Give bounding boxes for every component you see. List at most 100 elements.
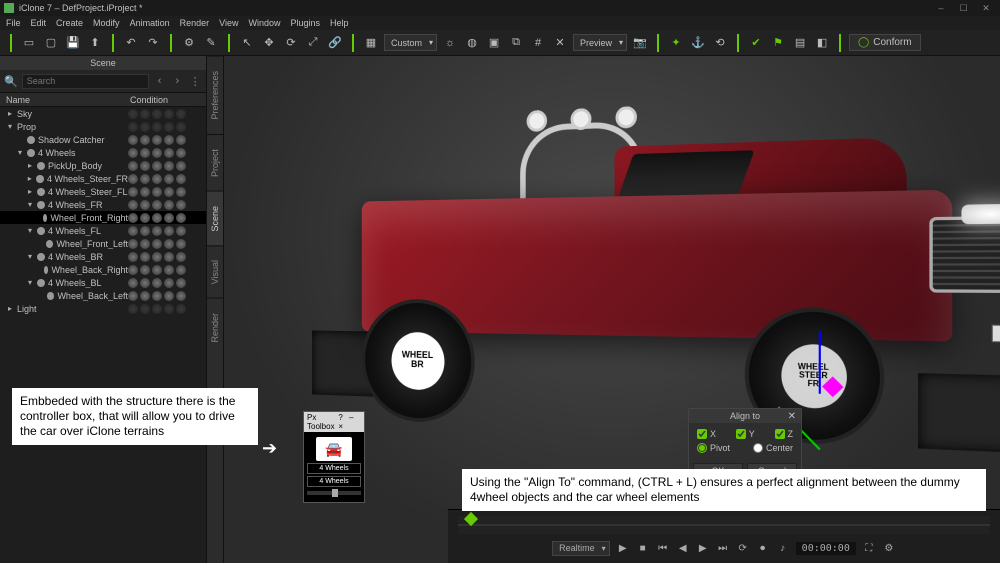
condition-icon[interactable] (152, 200, 162, 210)
menu-edit[interactable]: Edit (31, 18, 47, 28)
condition-icon[interactable] (176, 187, 186, 197)
condition-icon[interactable] (176, 200, 186, 210)
condition-icon[interactable] (152, 122, 162, 132)
condition-icon[interactable] (140, 213, 150, 223)
settings-icon[interactable]: ⚙ (882, 543, 896, 554)
condition-icon[interactable] (152, 109, 162, 119)
conform-button[interactable]: ◯Conform (849, 34, 921, 51)
condition-icon[interactable] (140, 187, 150, 197)
menu-plugins[interactable]: Plugins (291, 18, 321, 28)
condition-icon[interactable] (140, 304, 150, 314)
menu-modify[interactable]: Modify (93, 18, 120, 28)
condition-icon[interactable] (152, 148, 162, 158)
expander-icon[interactable]: ▸ (26, 187, 34, 196)
condition-icon[interactable] (152, 252, 162, 262)
close-icon[interactable]: ✕ (788, 411, 796, 422)
last-frame-icon[interactable]: ⏭ (716, 543, 730, 554)
tree-row[interactable]: ▾4 Wheels_FR (0, 198, 206, 211)
condition-icon[interactable] (176, 265, 186, 275)
expander-icon[interactable]: ▸ (26, 174, 33, 183)
tree-row[interactable]: ▸4 Wheels_Steer_FR (0, 172, 206, 185)
tree-row[interactable]: ▾Prop (0, 120, 206, 133)
condition-icon[interactable] (128, 187, 138, 197)
maximize-button[interactable]: ☐ (953, 3, 973, 14)
condition-icon[interactable] (152, 265, 162, 275)
grid-icon[interactable]: # (529, 34, 547, 52)
condition-icon[interactable] (140, 200, 150, 210)
sheet-icon[interactable]: ▤ (791, 34, 809, 52)
align-center-radio[interactable]: Center (753, 443, 793, 453)
condition-icon[interactable] (140, 226, 150, 236)
px-slider[interactable] (307, 491, 361, 495)
scene-tree[interactable]: ▸Sky▾PropShadow Catcher▾4 Wheels▸PickUp_… (0, 107, 206, 335)
condition-icon[interactable] (176, 135, 186, 145)
condition-icon[interactable] (128, 226, 138, 236)
tab-preferences[interactable]: Preferences (207, 56, 223, 134)
tool-icon[interactable]: ⚙ (180, 34, 198, 52)
display-dropdown[interactable]: Custom (384, 34, 437, 51)
expander-icon[interactable]: ▾ (26, 252, 34, 261)
tree-row[interactable]: Wheel_Front_Right (0, 211, 206, 224)
condition-icon[interactable] (152, 226, 162, 236)
condition-icon[interactable] (128, 148, 138, 158)
condition-icon[interactable] (140, 148, 150, 158)
condition-icon[interactable] (176, 122, 186, 132)
condition-icon[interactable] (164, 239, 174, 249)
menu-file[interactable]: File (6, 18, 21, 28)
condition-icon[interactable] (128, 239, 138, 249)
condition-icon[interactable] (164, 278, 174, 288)
condition-icon[interactable] (164, 265, 174, 275)
condition-icon[interactable] (128, 109, 138, 119)
vehicle-icon[interactable]: 🚘 (316, 437, 352, 461)
tab-render[interactable]: Render (207, 298, 223, 357)
cycle-icon[interactable]: ⟲ (711, 34, 729, 52)
close-button[interactable]: ✕ (976, 3, 996, 14)
tree-row[interactable]: ▾4 Wheels (0, 146, 206, 159)
playhead[interactable] (464, 512, 478, 526)
condition-icon[interactable] (164, 122, 174, 132)
condition-icon[interactable] (164, 200, 174, 210)
condition-icon[interactable] (152, 135, 162, 145)
condition-icon[interactable] (152, 304, 162, 314)
search-icon[interactable]: 🔍 (4, 75, 18, 88)
menu-help[interactable]: Help (330, 18, 349, 28)
tree-row[interactable]: ▸Sky (0, 107, 206, 120)
stop-icon[interactable]: ■ (636, 543, 650, 554)
tree-row[interactable]: ▸4 Wheels_Steer_FL (0, 185, 206, 198)
globe-icon[interactable]: ◍ (463, 34, 481, 52)
anchor-icon[interactable]: ⚓ (689, 34, 707, 52)
condition-icon[interactable] (128, 161, 138, 171)
condition-icon[interactable] (176, 174, 186, 184)
align-z-check[interactable]: Z (775, 429, 794, 439)
condition-icon[interactable] (128, 291, 138, 301)
condition-icon[interactable] (128, 252, 138, 262)
open-icon[interactable]: ▢ (42, 34, 60, 52)
condition-icon[interactable] (164, 174, 174, 184)
loop-icon[interactable]: ⟳ (736, 543, 750, 554)
tree-row[interactable]: Shadow Catcher (0, 133, 206, 146)
px-toolbox[interactable]: Px Toolbox ? – × 🚘 4 Wheels 4 Wheels (303, 411, 365, 503)
condition-icon[interactable] (140, 252, 150, 262)
px-controls[interactable]: ? – × (338, 413, 361, 431)
condition-icon[interactable] (128, 200, 138, 210)
align-y-check[interactable]: Y (736, 429, 755, 439)
condition-icon[interactable] (152, 174, 162, 184)
tree-row[interactable]: Wheel_Front_Left (0, 237, 206, 250)
condition-icon[interactable] (176, 226, 186, 236)
tree-row[interactable]: ▾4 Wheels_BR (0, 250, 206, 263)
expander-icon[interactable]: ▸ (26, 161, 34, 170)
expander-icon[interactable]: ▸ (6, 109, 14, 118)
condition-icon[interactable] (164, 304, 174, 314)
condition-icon[interactable] (152, 161, 162, 171)
menu-window[interactable]: Window (248, 18, 280, 28)
condition-icon[interactable] (164, 148, 174, 158)
cube-icon[interactable]: ◧ (813, 34, 831, 52)
export-icon[interactable]: ⬆ (86, 34, 104, 52)
condition-icon[interactable] (128, 174, 138, 184)
align-pivot-radio[interactable]: Pivot (697, 443, 730, 453)
tab-visual[interactable]: Visual (207, 245, 223, 298)
expander-icon[interactable]: ▾ (6, 122, 14, 131)
bone-icon[interactable]: ✔ (747, 34, 765, 52)
dup-icon[interactable]: ⧉ (507, 34, 525, 52)
condition-icon[interactable] (140, 291, 150, 301)
